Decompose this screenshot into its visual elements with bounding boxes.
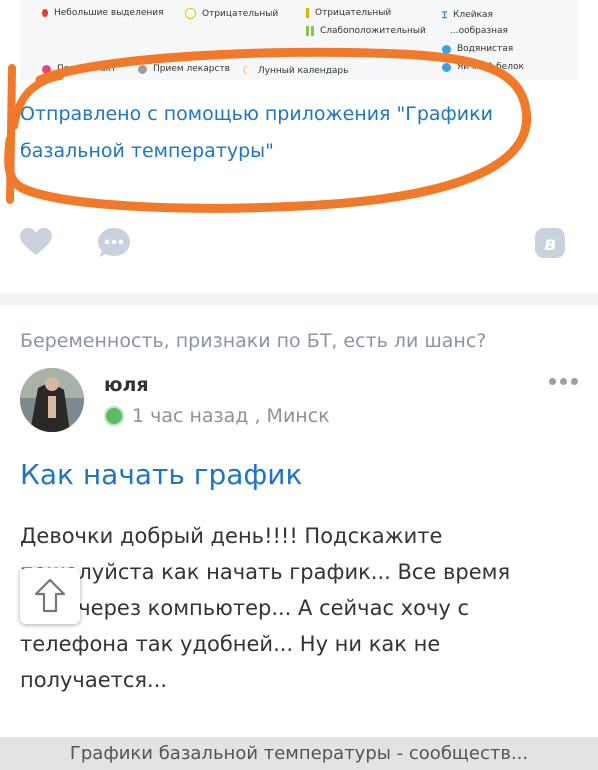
- legend-item: Отрицательный: [306, 8, 391, 18]
- legend-item: Прием лекарств: [138, 64, 230, 74]
- more-dot-icon: [560, 378, 567, 385]
- post-actions: в: [20, 226, 565, 260]
- double-bar-icon: [306, 26, 309, 36]
- post-topic-link[interactable]: Беременность, признаки по БТ, есть ли ша…: [20, 330, 486, 352]
- avatar[interactable]: [20, 368, 84, 432]
- post-body-line: пожалуйста как начать график... Все врем…: [20, 560, 511, 584]
- post-body-line: Девочки добрый день!!!! Подскажите: [20, 524, 443, 548]
- legend-item: Половой акт: [42, 64, 116, 74]
- drop-icon: [442, 62, 451, 72]
- sent-from-app-link[interactable]: Отправлено с помощью приложения "Графики…: [20, 96, 540, 170]
- more-dot-icon: [549, 378, 556, 385]
- post-title[interactable]: Как начать график: [20, 458, 302, 491]
- legend-item: Слабоположительный: [306, 26, 426, 36]
- post-body-line: получается...: [20, 668, 168, 692]
- post-body-line: вела через компьютер... А сейчас хочу с: [20, 596, 470, 620]
- post-body-line: телефона так удобней... Ну ни как не: [20, 632, 441, 656]
- arrow-up-icon: [34, 578, 66, 613]
- legend-item: ☾ Лунный календарь: [242, 64, 349, 77]
- author-name[interactable]: юля: [104, 374, 149, 396]
- post-body: Девочки добрый день!!!! Подскажите пожал…: [20, 518, 580, 698]
- svg-text:в: в: [544, 233, 556, 255]
- online-status-icon: [104, 406, 124, 426]
- circle-icon: [185, 8, 196, 19]
- legend-item: Яичный белок: [442, 62, 524, 72]
- legend-item: Отрицательный: [185, 8, 278, 19]
- comment-icon[interactable]: [98, 228, 130, 258]
- chart-legend: Небольшие выделения Отрицательный Отрица…: [20, 0, 578, 80]
- bar-icon: [306, 8, 309, 18]
- post-meta: 1 час назад , Минск: [104, 405, 330, 427]
- sent-from-line-1: Отправлено с помощью приложения "Графики: [20, 103, 493, 125]
- browser-footer-title: Графики базальной температуры - сообщест…: [0, 737, 598, 770]
- i-beam-icon: Ɪ: [442, 11, 448, 21]
- legend-item: Водянистая: [442, 44, 513, 54]
- section-divider: [0, 293, 598, 305]
- heart-icon: [42, 64, 51, 74]
- drop-icon: [442, 44, 451, 54]
- legend-item: Ɪ Клейкая: [442, 9, 493, 22]
- scroll-to-top-button[interactable]: [20, 568, 80, 624]
- moon-icon: ☾: [242, 64, 252, 77]
- legend-item: Небольшие выделения: [42, 8, 164, 18]
- more-options-button[interactable]: [549, 378, 578, 385]
- post-time-location: 1 час назад , Минск: [132, 405, 330, 427]
- avatar-image: [20, 368, 84, 432]
- more-dot-icon: [571, 378, 578, 385]
- drop-icon: [42, 9, 48, 17]
- share-b-icon[interactable]: в: [535, 228, 565, 258]
- pill-icon: [138, 64, 147, 74]
- sent-from-line-2: базальной температуры": [20, 140, 274, 162]
- like-heart-icon[interactable]: [20, 228, 52, 256]
- legend-item: ...ообразная: [450, 26, 508, 36]
